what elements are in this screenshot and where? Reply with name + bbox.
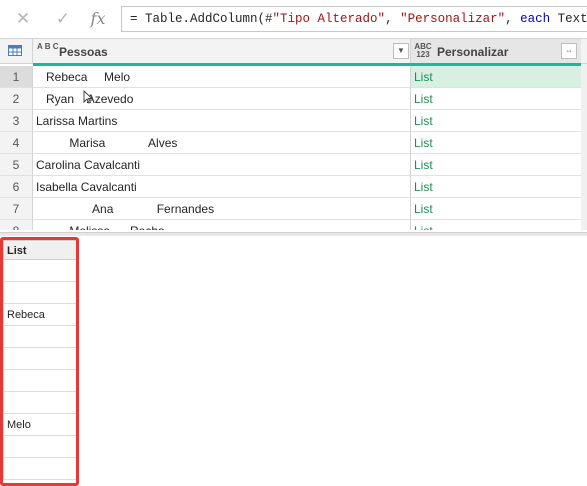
row-number[interactable]: 7 xyxy=(0,198,33,220)
table-row[interactable]: 8 Melissa Rocha List xyxy=(0,220,587,230)
column-header-personalizar[interactable]: ABC 123 Personalizar ⇔ xyxy=(411,39,581,64)
cell-pessoas[interactable]: Carolina Cavalcanti xyxy=(33,154,411,176)
table-row[interactable]: 1 Rebeca Melo List xyxy=(0,66,587,88)
formula-input[interactable]: = Table.AddColumn(#"Tipo Alterado", "Per… xyxy=(121,6,587,32)
grid-header: A B C Pessoas ▼ ABC 123 Personalizar ⇔ xyxy=(0,38,587,64)
row-number[interactable]: 6 xyxy=(0,176,33,198)
formula-string-2: "Personalizar" xyxy=(400,12,506,26)
cell-pessoas[interactable]: Ana Fernandes xyxy=(33,198,411,220)
row-number[interactable]: 2 xyxy=(0,88,33,110)
data-grid: A B C Pessoas ▼ ABC 123 Personalizar ⇔ 1… xyxy=(0,38,587,230)
table-icon xyxy=(8,45,22,56)
mouse-cursor-icon xyxy=(83,90,93,104)
formula-comma-1: , xyxy=(385,12,401,26)
highlight-box xyxy=(0,237,79,486)
cancel-icon[interactable]: ✕ xyxy=(12,8,34,30)
table-row[interactable]: 7 Ana Fernandes List xyxy=(0,198,587,220)
row-number[interactable]: 4 xyxy=(0,132,33,154)
row-number[interactable]: 1 xyxy=(0,66,33,88)
formula-prefix: = Table.AddColumn(# xyxy=(130,12,273,26)
formula-bar: ✕ ✓ fx = Table.AddColumn(#"Tipo Alterado… xyxy=(0,0,587,38)
preview-pane-splitter[interactable] xyxy=(0,232,587,236)
filter-dropdown-icon[interactable]: ▼ xyxy=(393,43,409,59)
row-number[interactable]: 5 xyxy=(0,154,33,176)
cell-personalizar[interactable]: List xyxy=(411,198,581,220)
vertical-scrollbar[interactable] xyxy=(581,64,587,230)
table-row[interactable]: 5 Carolina Cavalcanti List xyxy=(0,154,587,176)
table-row[interactable]: 6 Isabella Cavalcanti List xyxy=(0,176,587,198)
formula-comma-2: , xyxy=(505,12,521,26)
column-header-pessoas[interactable]: A B C Pessoas ▼ xyxy=(33,39,411,64)
cell-personalizar[interactable]: List xyxy=(411,176,581,198)
any-type-icon[interactable]: ABC 123 xyxy=(414,43,432,59)
cell-pessoas[interactable]: Larissa Martins xyxy=(33,110,411,132)
row-number[interactable]: 3 xyxy=(0,110,33,132)
column-title-personalizar: Personalizar xyxy=(437,45,509,59)
row-number[interactable]: 8 xyxy=(0,220,33,230)
formula-string-1: "Tipo Alterado" xyxy=(272,12,386,26)
confirm-icon[interactable]: ✓ xyxy=(52,8,74,30)
fx-icon[interactable]: fx xyxy=(87,8,109,30)
column-title-pessoas: Pessoas xyxy=(59,45,108,59)
cell-personalizar[interactable]: List xyxy=(411,220,581,230)
cell-pessoas[interactable]: Melissa Rocha xyxy=(33,220,411,230)
text-type-icon[interactable]: A B C xyxy=(37,43,58,51)
table-menu-button[interactable] xyxy=(0,39,33,64)
cell-personalizar[interactable]: List xyxy=(411,88,581,110)
expand-column-icon[interactable]: ⇔ xyxy=(561,43,577,59)
cell-personalizar[interactable]: List xyxy=(411,154,581,176)
cell-personalizar[interactable]: List xyxy=(411,110,581,132)
cell-pessoas[interactable]: Rebeca Melo xyxy=(33,66,411,88)
formula-keyword: each xyxy=(520,12,551,26)
table-row[interactable]: 4 Marisa Alves List xyxy=(0,132,587,154)
cell-pessoas[interactable]: Isabella Cavalcanti xyxy=(33,176,411,198)
cell-pessoas[interactable]: Marisa Alves xyxy=(33,132,411,154)
cell-personalizar[interactable]: List xyxy=(411,132,581,154)
table-row[interactable]: 3 Larissa Martins List xyxy=(0,110,587,132)
cell-personalizar[interactable]: List xyxy=(411,66,581,88)
formula-rest: Text.Spli xyxy=(557,12,587,26)
